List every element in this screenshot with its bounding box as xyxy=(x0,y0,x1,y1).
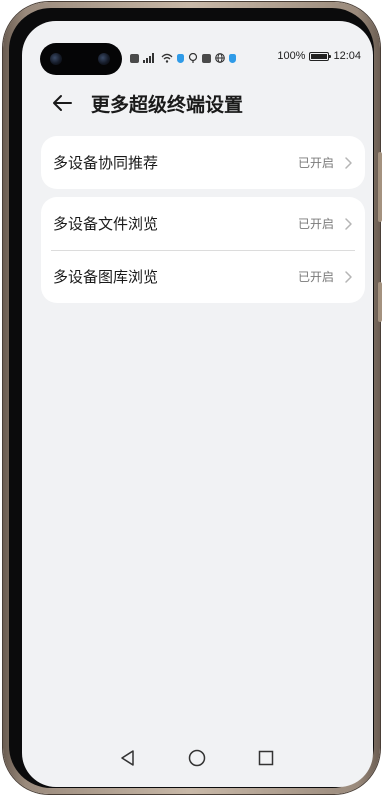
front-camera-icon xyxy=(98,53,110,65)
battery-fill xyxy=(311,53,328,59)
phone-frame: 100% 12:04 更多超级终端设置 多设备协同推荐 已开启 多设备文件浏览 … xyxy=(3,2,382,794)
settings-card-collab: 多设备协同推荐 已开启 xyxy=(41,136,365,189)
page-title: 更多超级终端设置 xyxy=(91,94,244,116)
setting-row-file-browse[interactable]: 多设备文件浏览 已开启 xyxy=(41,197,365,250)
clock: 12:04 xyxy=(333,50,361,62)
volume-button xyxy=(378,152,382,222)
status-right: 100% 12:04 xyxy=(277,50,361,62)
battery-percent: 100% xyxy=(277,50,306,62)
back-triangle-icon[interactable] xyxy=(115,745,141,771)
status-bar: 100% 12:04 xyxy=(22,21,373,75)
front-camera-icon xyxy=(50,53,62,65)
shield-icon xyxy=(177,53,184,63)
globe-icon xyxy=(215,53,225,63)
shield-icon xyxy=(229,53,236,63)
setting-status: 已开启 xyxy=(297,270,334,284)
setting-label: 多设备协同推荐 xyxy=(53,154,159,172)
signal-icon xyxy=(143,53,154,63)
setting-row-gallery-browse[interactable]: 多设备图库浏览 已开启 xyxy=(41,250,365,303)
phone-bezel: 100% 12:04 更多超级终端设置 多设备协同推荐 已开启 多设备文件浏览 … xyxy=(9,8,374,788)
cast-icon xyxy=(188,53,198,63)
setting-label: 多设备文件浏览 xyxy=(53,215,159,233)
camera-punch-hole xyxy=(40,43,122,75)
home-circle-icon[interactable] xyxy=(184,745,210,771)
chevron-right-icon xyxy=(345,270,352,283)
settings-card-browse: 多设备文件浏览 已开启 多设备图库浏览 已开启 xyxy=(41,197,365,303)
chevron-right-icon xyxy=(345,217,352,230)
setting-label: 多设备图库浏览 xyxy=(53,268,159,286)
setting-status: 已开启 xyxy=(297,156,334,170)
power-button xyxy=(378,282,382,322)
chevron-right-icon xyxy=(345,156,352,169)
arrow-left-icon[interactable] xyxy=(50,91,74,115)
recents-square-icon[interactable] xyxy=(253,745,279,771)
page-header: 更多超级终端设置 xyxy=(22,87,373,119)
battery-icon xyxy=(309,51,332,61)
status-icons xyxy=(130,52,236,64)
screen: 100% 12:04 更多超级终端设置 多设备协同推荐 已开启 多设备文件浏览 … xyxy=(22,21,373,787)
setting-row-collab-recommend[interactable]: 多设备协同推荐 已开启 xyxy=(41,136,365,189)
navigation-bar xyxy=(22,745,373,771)
sim-icon xyxy=(202,53,211,63)
wifi-icon xyxy=(161,53,173,63)
hd-icon xyxy=(130,53,139,63)
setting-status: 已开启 xyxy=(297,217,334,231)
